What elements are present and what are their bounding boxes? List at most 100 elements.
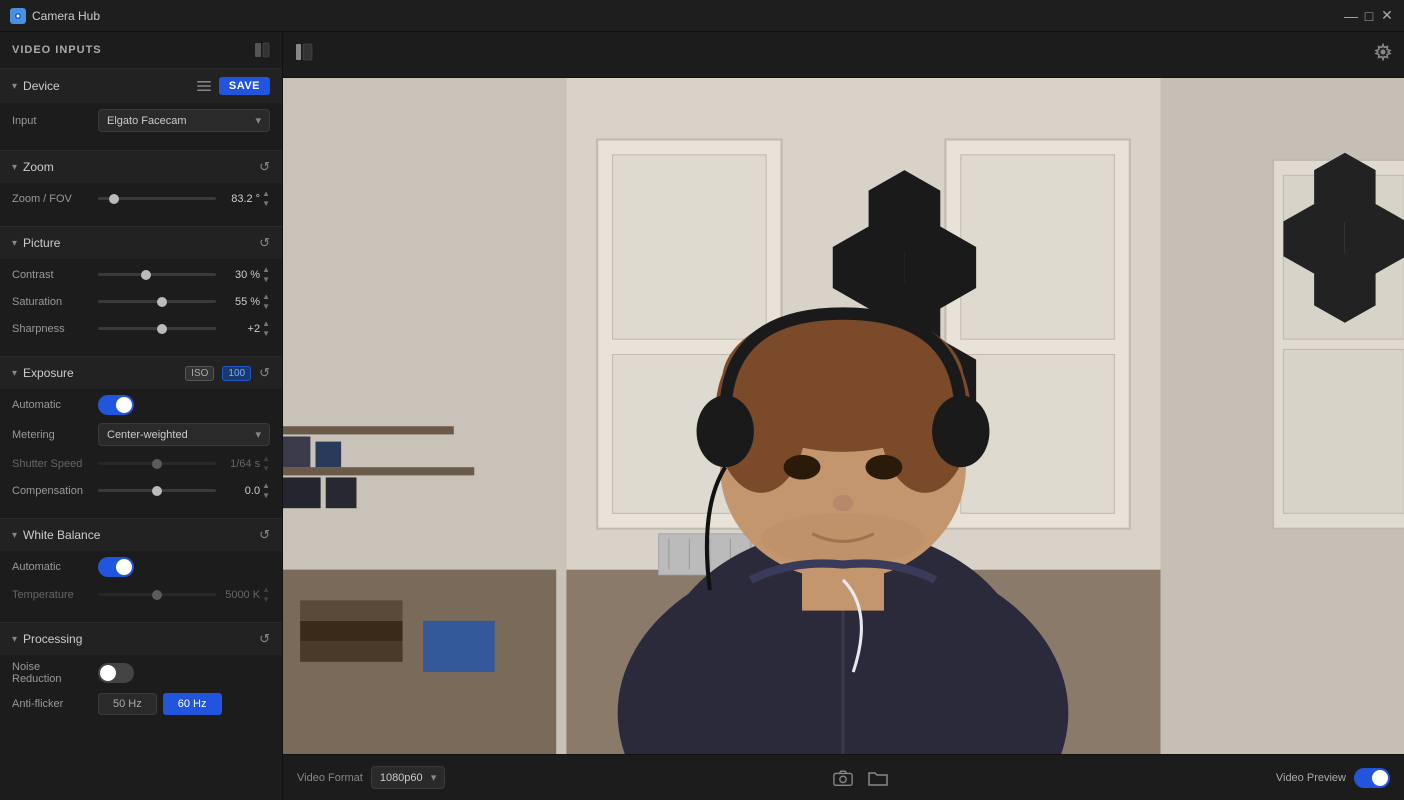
picture-reset-button[interactable]: ↺ xyxy=(259,235,270,251)
close-button[interactable]: ✕ xyxy=(1380,9,1394,23)
antiflicker-row: Anti-flicker 50 Hz 60 Hz xyxy=(12,693,270,715)
wb-auto-label: Automatic xyxy=(12,561,92,573)
processing-title-row: ▾ Processing xyxy=(12,632,82,646)
exposure-header-right: ISO 100 ↺ xyxy=(185,365,270,381)
wb-auto-knob xyxy=(116,559,132,575)
contrast-up-button[interactable]: ▲ xyxy=(262,265,270,274)
input-select[interactable]: Elgato Facecam xyxy=(107,115,255,127)
compensation-up-button[interactable]: ▲ xyxy=(262,481,270,490)
flicker-60-button[interactable]: 60 Hz xyxy=(163,693,222,715)
compensation-down-button[interactable]: ▼ xyxy=(262,491,270,500)
picture-title-row: ▾ Picture xyxy=(12,236,60,250)
contrast-down-button[interactable]: ▼ xyxy=(262,275,270,284)
contrast-value: 30 % xyxy=(222,269,260,281)
video-preview-toggle[interactable] xyxy=(1354,768,1390,788)
sharpness-down-button[interactable]: ▼ xyxy=(262,329,270,338)
sharpness-row: Sharpness +2 ▲ ▼ xyxy=(12,319,270,338)
zoom-chevron: ▾ xyxy=(12,162,17,173)
bottom-bar: Video Format 1080p60 1080p30 720p60 ▾ xyxy=(283,754,1404,800)
screenshot-button[interactable] xyxy=(833,768,853,788)
video-preview-scene xyxy=(283,78,1404,754)
contrast-slider[interactable] xyxy=(98,273,216,276)
sharpness-slider[interactable] xyxy=(98,327,216,330)
exposure-reset-button[interactable]: ↺ xyxy=(259,365,270,381)
device-section: ▾ Device SAVE Input xyxy=(0,68,282,150)
wb-chevron: ▾ xyxy=(12,530,17,541)
noise-reduction-toggle[interactable] xyxy=(98,663,134,683)
contrast-value-box: 30 % ▲ ▼ xyxy=(222,265,270,284)
shutter-down-button: ▼ xyxy=(262,464,270,473)
sharpness-up-button[interactable]: ▲ xyxy=(262,319,270,328)
compensation-row: Compensation 0.0 ▲ ▼ xyxy=(12,481,270,500)
save-button[interactable]: SAVE xyxy=(219,77,270,95)
zoom-section: ▾ Zoom ↺ Zoom / FOV 83.2 ° ▲ ▼ xyxy=(0,150,282,226)
exposure-section: ▾ Exposure ISO 100 ↺ Automatic Meteri xyxy=(0,356,282,518)
flicker-50-button[interactable]: 50 Hz xyxy=(98,693,157,715)
iso-badge-label: ISO xyxy=(185,366,214,381)
exposure-section-content: Automatic Metering Center-weighted ▾ xyxy=(0,389,282,518)
exposure-auto-knob xyxy=(116,397,132,413)
settings-button[interactable] xyxy=(1374,43,1392,66)
compensation-slider[interactable] xyxy=(98,489,216,492)
zoom-fov-row: Zoom / FOV 83.2 ° ▲ ▼ xyxy=(12,189,270,208)
device-section-content: Input Elgato Facecam ▾ xyxy=(0,103,282,150)
sidebar-toggle-button[interactable] xyxy=(254,42,270,58)
app-icon xyxy=(10,8,26,24)
zoom-reset-button[interactable]: ↺ xyxy=(259,159,270,175)
saturation-value: 55 % xyxy=(222,296,260,308)
shutter-value: 1/64 s xyxy=(222,458,260,470)
wb-section-header[interactable]: ▾ White Balance ↺ xyxy=(0,519,282,551)
processing-section-content: Noise Reduction Anti-flicker 50 Hz 60 Hz xyxy=(0,655,282,731)
folder-button[interactable] xyxy=(867,769,889,787)
exposure-auto-toggle[interactable] xyxy=(98,395,134,415)
saturation-down-button[interactable]: ▼ xyxy=(262,302,270,311)
format-select-box[interactable]: 1080p60 1080p30 720p60 ▾ xyxy=(371,766,446,789)
temperature-value: 5000 K xyxy=(222,589,260,601)
format-select[interactable]: 1080p60 1080p30 720p60 xyxy=(380,772,423,784)
select-chevron-icon: ▾ xyxy=(255,114,261,127)
panel-header: VIDEO INPUTS xyxy=(0,32,282,68)
metering-select-box[interactable]: Center-weighted ▾ xyxy=(98,423,270,446)
metering-row: Metering Center-weighted ▾ xyxy=(12,423,270,446)
saturation-label: Saturation xyxy=(12,296,92,308)
picture-section-content: Contrast 30 % ▲ ▼ Saturation 55 % xyxy=(0,259,282,356)
sharpness-label: Sharpness xyxy=(12,323,92,335)
wb-auto-toggle[interactable] xyxy=(98,557,134,577)
picture-section-header[interactable]: ▾ Picture ↺ xyxy=(0,227,282,259)
device-menu-button[interactable] xyxy=(197,79,211,93)
temperature-row: Temperature 5000 K ▲ ▼ xyxy=(12,585,270,604)
zoom-section-header[interactable]: ▾ Zoom ↺ xyxy=(0,151,282,183)
temperature-value-box: 5000 K ▲ ▼ xyxy=(222,585,270,604)
sharpness-value-box: +2 ▲ ▼ xyxy=(222,319,270,338)
video-area xyxy=(283,78,1404,754)
processing-section-label: Processing xyxy=(23,632,82,646)
saturation-up-button[interactable]: ▲ xyxy=(262,292,270,301)
zoom-down-button[interactable]: ▼ xyxy=(262,199,270,208)
compensation-spin: ▲ ▼ xyxy=(262,481,270,500)
metering-select[interactable]: Center-weighted xyxy=(107,429,255,441)
zoom-slider[interactable] xyxy=(98,197,216,200)
main-layout: VIDEO INPUTS ▾ Device xyxy=(0,32,1404,800)
wb-reset-button[interactable]: ↺ xyxy=(259,527,270,543)
processing-reset-button[interactable]: ↺ xyxy=(259,631,270,647)
device-section-header[interactable]: ▾ Device SAVE xyxy=(0,69,282,103)
panel-collapse-button[interactable] xyxy=(295,43,313,66)
shutter-up-button: ▲ xyxy=(262,454,270,463)
processing-section-header[interactable]: ▾ Processing ↺ xyxy=(0,623,282,655)
bottom-right: Video Preview xyxy=(1276,768,1390,788)
maximize-button[interactable]: □ xyxy=(1362,9,1376,23)
saturation-slider[interactable] xyxy=(98,300,216,303)
temp-up-button: ▲ xyxy=(262,585,270,594)
minimize-button[interactable]: — xyxy=(1344,9,1358,23)
format-chevron-icon: ▾ xyxy=(431,771,437,784)
exposure-section-header[interactable]: ▾ Exposure ISO 100 ↺ xyxy=(0,357,282,389)
processing-chevron: ▾ xyxy=(12,634,17,645)
input-select-box[interactable]: Elgato Facecam ▾ xyxy=(98,109,270,132)
temperature-slider xyxy=(98,593,216,596)
wb-title-row: ▾ White Balance xyxy=(12,528,100,542)
saturation-spin: ▲ ▼ xyxy=(262,292,270,311)
saturation-row: Saturation 55 % ▲ ▼ xyxy=(12,292,270,311)
bottom-center xyxy=(833,768,889,788)
zoom-up-button[interactable]: ▲ xyxy=(262,189,270,198)
input-row: Input Elgato Facecam ▾ xyxy=(12,109,270,132)
